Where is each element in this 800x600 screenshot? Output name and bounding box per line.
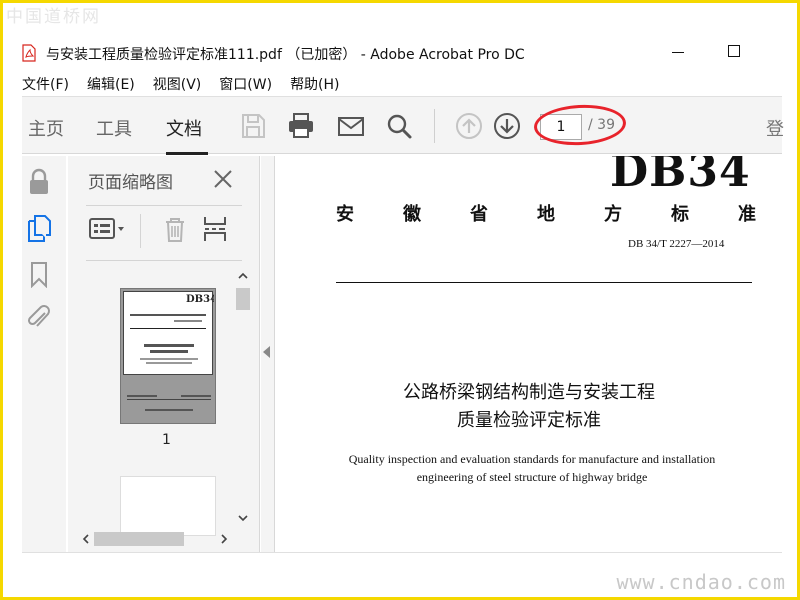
document-title-cn-line2: 质量检验评定标准	[457, 410, 601, 431]
menu-bar: 文件(F) 编辑(E) 视图(V) 窗口(W) 帮助(H)	[22, 74, 358, 94]
tab-document[interactable]: 文档	[166, 115, 202, 141]
menu-edit[interactable]: 编辑(E)	[87, 74, 135, 94]
panel-toolbar-separator	[140, 214, 141, 248]
standard-heading-char: 方	[604, 204, 622, 225]
page-thumbnail-1[interactable]: DB34	[120, 288, 217, 424]
document-title-en-line1: Quality inspection and evaluation standa…	[348, 452, 716, 466]
thumbnail-page-number: 1	[162, 432, 171, 448]
panel-divider	[86, 205, 242, 206]
standard-code-large: DB34	[610, 156, 751, 197]
attachment-icon[interactable]	[26, 304, 52, 332]
extract-pages-icon[interactable]	[200, 214, 230, 244]
collapse-arrow-icon[interactable]	[263, 346, 270, 358]
horizontal-scrollbar[interactable]	[78, 530, 234, 548]
delete-icon[interactable]	[160, 214, 190, 244]
document-rule	[336, 282, 752, 283]
menu-view[interactable]: 视图(V)	[153, 74, 202, 94]
menu-window[interactable]: 窗口(W)	[219, 74, 272, 94]
tab-tools[interactable]: 工具	[96, 115, 132, 141]
watermark-bottom: www.cndao.com	[616, 570, 786, 594]
standard-heading-char: 准	[738, 204, 756, 225]
viewer-bottom-edge	[22, 552, 782, 553]
thumbnail-options-icon[interactable]	[88, 214, 128, 244]
watermark-top: 中国道桥网	[6, 7, 101, 27]
standard-heading-char: 地	[537, 204, 555, 225]
page-up-icon[interactable]	[454, 111, 484, 141]
thumbnail-page-footer	[127, 395, 211, 411]
main-toolbar: 主页 工具 文档 1 / 39 登	[22, 96, 784, 155]
active-panel-indicator	[36, 218, 46, 238]
menu-file[interactable]: 文件(F)	[22, 74, 69, 94]
thumbnail-selection-box: DB34	[123, 291, 217, 375]
lock-icon[interactable]	[26, 168, 52, 196]
save-icon[interactable]	[238, 111, 268, 141]
print-icon[interactable]	[286, 111, 316, 141]
close-icon[interactable]	[212, 168, 234, 190]
standard-heading-char: 省	[470, 204, 488, 225]
horizontal-scroll-thumb[interactable]	[94, 532, 184, 546]
annotation-ellipse	[533, 102, 627, 148]
document-title-en-line2: engineering of steel structure of highwa…	[416, 470, 648, 484]
scroll-right-icon[interactable]	[218, 533, 230, 545]
page-thumbnail-2[interactable]	[120, 476, 216, 536]
bookmark-icon[interactable]	[26, 260, 52, 288]
scroll-down-icon[interactable]	[237, 512, 249, 524]
standard-heading-char: 徽	[403, 204, 421, 225]
menu-help[interactable]: 帮助(H)	[290, 74, 339, 94]
tab-home[interactable]: 主页	[28, 115, 64, 141]
window-title: 与安装工程质量检验评定标准111.pdf （已加密） - Adobe Acrob…	[46, 47, 525, 63]
standard-heading: 安 徽 省 地 方 标 准	[336, 200, 756, 226]
navigation-rail	[22, 156, 66, 552]
maximize-button[interactable]	[728, 45, 740, 57]
panel-collapse-strip[interactable]	[261, 156, 275, 552]
standard-heading-char: 安	[336, 204, 354, 225]
email-icon[interactable]	[336, 111, 366, 141]
thumbnail-page-preview: DB34	[130, 294, 217, 364]
panel-title: 页面缩略图	[88, 173, 173, 193]
standard-number: DB 34/T 2227—2014	[628, 238, 725, 250]
vertical-scrollbar[interactable]	[234, 268, 252, 530]
active-tab-indicator	[166, 152, 208, 155]
sign-in-button[interactable]: 登	[766, 115, 784, 141]
scroll-left-icon[interactable]	[80, 533, 92, 545]
window-titlebar: 与安装工程质量检验评定标准111.pdf （已加密） - Adobe Acrob…	[0, 40, 800, 68]
svg-text:DB34: DB34	[186, 294, 214, 305]
thumbnails-panel: 页面缩略图 DB34 1	[68, 156, 260, 552]
minimize-button[interactable]	[672, 52, 684, 53]
toolbar-separator	[434, 109, 435, 143]
page-down-icon[interactable]	[492, 111, 522, 141]
search-icon[interactable]	[384, 111, 414, 141]
pdf-file-icon	[22, 44, 36, 62]
document-view[interactable]: DB34 安 徽 省 地 方 标 准 DB 34/T 2227—2014 公路桥…	[276, 156, 782, 552]
document-title-cn-line1: 公路桥梁钢结构制造与安装工程	[403, 382, 655, 403]
standard-heading-char: 标	[671, 204, 689, 225]
vertical-scroll-thumb[interactable]	[236, 288, 250, 310]
panel-divider-2	[86, 260, 242, 261]
scroll-up-icon[interactable]	[237, 270, 249, 282]
